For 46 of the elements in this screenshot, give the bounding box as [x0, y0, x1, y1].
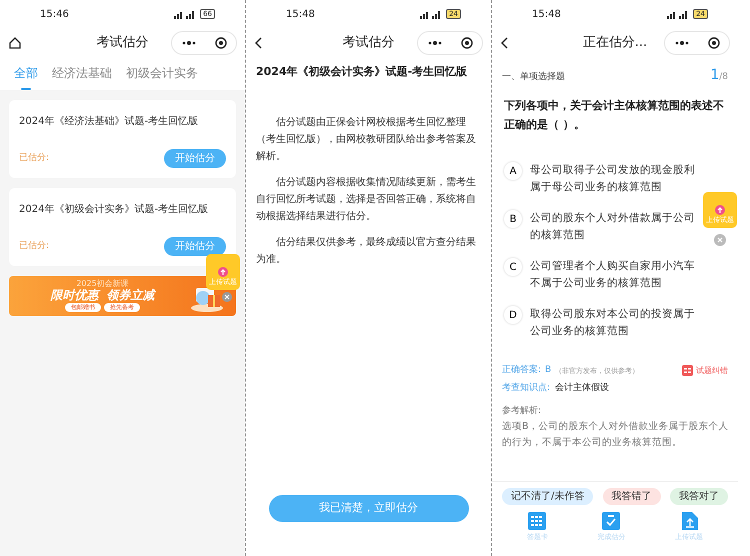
total-count: /8	[719, 72, 728, 82]
page-title: 考试估分	[96, 35, 148, 50]
page-title: 正在估分...	[582, 35, 648, 50]
option-text[interactable]: 取得公司股东对本公司的投资属于公司业务的核算范围	[530, 306, 698, 340]
choice-button[interactable]: 我答对了	[670, 488, 728, 504]
tab[interactable]: 初级会计实务	[126, 64, 198, 90]
status-time: 15:48	[286, 8, 315, 22]
tab[interactable]: 全部	[14, 64, 38, 90]
exam-card[interactable]: 2024年《初级会计实务》试题-考生回忆版 已估分: 开始估分	[9, 188, 236, 266]
knowledge-label: 考查知识点:	[502, 382, 550, 394]
banner-subtitle: 2025初会新课	[76, 280, 129, 288]
knowledge-value: 会计主体假设	[555, 382, 610, 394]
page-title: 考试估分	[342, 35, 394, 50]
question-text: 下列各项中，关于会计主体核算范围的表述不正确的是（ ）。	[503, 98, 725, 133]
intro-paragraph: 估分试题由正保会计网校根据考生回忆整理（考生回忆版），由网校教研团队给出参考答案及解析。	[256, 116, 477, 164]
option-text[interactable]: 母公司取得子公司发放的现金股利属于母公司业务的核算范围	[530, 162, 698, 196]
score-label: 已估分:	[19, 240, 50, 253]
option-letter[interactable]: C	[504, 258, 522, 276]
option-text[interactable]: 公司的股东个人对外借款属于公司的核算范围	[530, 210, 698, 244]
report-button[interactable]: 试题纠错	[682, 364, 728, 377]
start-estimate-button[interactable]: 我已清楚，立即估分	[268, 495, 468, 522]
option-letter[interactable]: B	[504, 210, 522, 228]
card-title: 2024年《经济法基础》试题-考生回忆版	[19, 114, 200, 129]
card-title: 2024年《初级会计实务》试题-考生回忆版	[19, 202, 210, 217]
exam-card[interactable]: 2024年《经济法基础》试题-考生回忆版 已估分: 开始估分	[9, 100, 236, 178]
option-letter[interactable]: A	[504, 162, 522, 180]
option-letter[interactable]: D	[504, 306, 522, 324]
status-time: 15:48	[532, 8, 561, 22]
current-number: 1	[710, 67, 720, 83]
banner-headline: 限时优惠 领券立减	[50, 288, 155, 302]
choice-button[interactable]: 记不清了/未作答	[502, 488, 594, 504]
intro-paragraph: 估分结果仅供参考，最终成绩以官方查分结果为准。	[256, 236, 477, 266]
analysis-label: 参考解析:	[501, 405, 542, 418]
intro-paragraph: 估分试题内容根据收集情况陆续更新，需考生自行回忆所考试题，选择是否回答正确，系统将自动根据选择结果进行估分。	[256, 176, 477, 224]
start-button[interactable]: 开始估分	[164, 149, 226, 168]
section-title: 一、单项选择题	[502, 71, 565, 84]
status-time: 15:46	[40, 8, 69, 22]
answer-label: 正确答案:	[502, 364, 542, 377]
choice-button[interactable]: 我答错了	[602, 488, 661, 504]
score-label: 已估分:	[19, 152, 50, 165]
article-heading: 2024年《初级会计实务》试题-考生回忆版	[255, 64, 468, 80]
answer-value: B	[545, 364, 552, 377]
tab[interactable]: 经济法基础	[52, 64, 112, 90]
analysis-text: 选项B，公司的股东个人对外借款业务属于股东个人的行为，不属于本公司的业务核算范围。	[501, 420, 730, 450]
start-button[interactable]: 开始估分	[164, 237, 226, 256]
option-text[interactable]: 公司管理者个人购买自家用小汽车不属于公司业务的核算范围	[530, 258, 698, 292]
